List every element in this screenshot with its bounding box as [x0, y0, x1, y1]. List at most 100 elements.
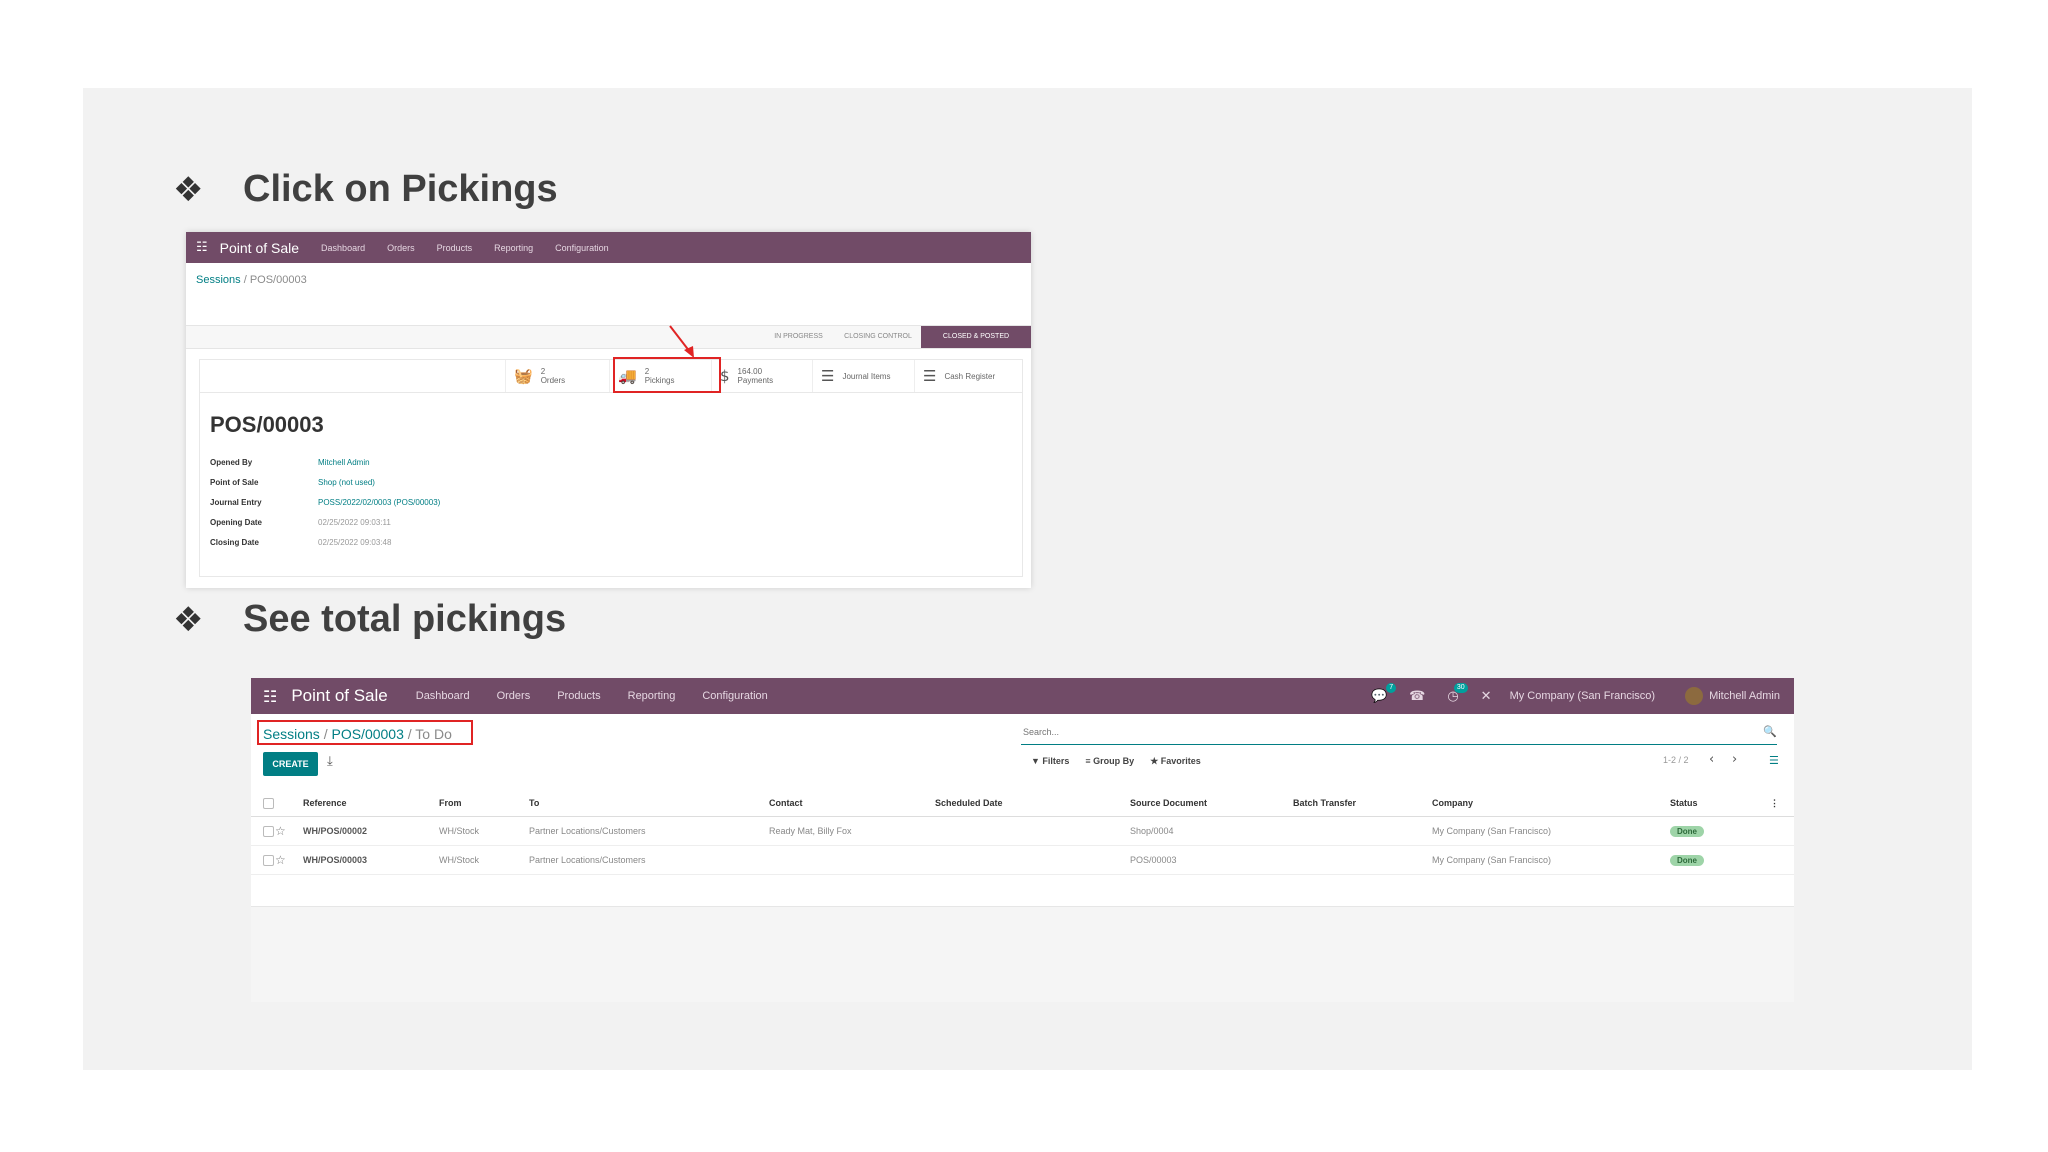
cell-reference: WH/POS/00003 — [303, 845, 439, 875]
list-empty-area — [251, 906, 1794, 1002]
field-value[interactable]: Mitchell Admin — [318, 458, 370, 467]
column-reference[interactable]: Reference — [303, 790, 439, 817]
column-from[interactable]: From — [439, 790, 529, 817]
app-title[interactable]: Point of Sale — [220, 240, 299, 256]
cell-company: My Company (San Francisco) — [1432, 816, 1670, 846]
close-icon[interactable]: ✕ — [1481, 689, 1492, 704]
phone-icon[interactable]: ☎ — [1409, 689, 1425, 704]
breadcrumb-sessions[interactable]: Sessions — [196, 274, 241, 286]
column-to[interactable]: To — [529, 790, 769, 817]
cell-batch-transfer — [1293, 845, 1432, 875]
menu-products[interactable]: Products — [437, 243, 473, 253]
pager-value[interactable]: 1-2 / 2 — [1663, 755, 1689, 765]
menu-orders[interactable]: Orders — [387, 243, 415, 253]
search-input[interactable] — [1021, 722, 1743, 742]
chevron-right-icon[interactable]: › — [1732, 752, 1737, 767]
cell-reference: WH/POS/00002 — [303, 816, 439, 846]
cell-to: Partner Locations/Customers — [529, 845, 769, 875]
orders-label: Orders — [540, 376, 566, 385]
star-icon[interactable]: ☆ — [275, 853, 286, 867]
menu-configuration[interactable]: Configuration — [702, 690, 767, 702]
column-contact[interactable]: Contact — [769, 790, 935, 817]
search-bar: 🔍 — [1021, 722, 1777, 745]
cell-batch-transfer — [1293, 816, 1432, 846]
status-badge: Done — [1670, 825, 1704, 837]
app-title[interactable]: Point of Sale — [291, 686, 387, 706]
activity-clock-icon[interactable]: ◷ 30 — [1447, 682, 1468, 704]
cell-scheduled-date — [935, 845, 1130, 875]
menu-orders[interactable]: Orders — [497, 690, 531, 702]
shopping-basket-icon: 🧺 — [514, 367, 533, 385]
smart-button-journal-items[interactable]: ☰ Journal Items — [812, 360, 912, 392]
journal-items-label: Journal Items — [842, 371, 891, 381]
screenshot-session-form: ☷ Point of Sale Dashboard Orders Product… — [186, 232, 1031, 588]
step-1-heading: ❖ Click on Pickings — [173, 168, 558, 211]
field-value[interactable]: POSS/2022/02/0003 (POS/00003) — [318, 498, 440, 507]
menu-products[interactable]: Products — [557, 690, 600, 702]
table-row[interactable]: ☆ WH/POS/00003 WH/Stock Partner Location… — [251, 845, 1794, 875]
stage-closed-posted[interactable]: CLOSED & POSTED — [921, 326, 1031, 348]
field-point-of-sale: Point of Sale Shop (not used) — [210, 478, 375, 487]
group-by-button[interactable]: ≡ Group By — [1085, 756, 1134, 767]
apps-grid-icon[interactable]: ☷ — [263, 687, 277, 706]
field-label: Journal Entry — [210, 498, 262, 507]
cell-from: WH/Stock — [439, 816, 529, 846]
avatar — [1685, 687, 1704, 705]
screenshot-pickings-list: ☷ Point of Sale Dashboard Orders Product… — [251, 678, 1794, 1002]
pickings-table: Reference From To Contact Scheduled Date… — [251, 790, 1794, 875]
cell-contact — [769, 845, 935, 875]
smart-button-payments[interactable]: $ 164.00 Payments — [711, 360, 809, 392]
menu-reporting[interactable]: Reporting — [628, 690, 676, 702]
chevron-left-icon[interactable]: ‹ — [1709, 752, 1714, 767]
list-view-icon[interactable]: ☰ — [1769, 754, 1779, 767]
table-header-row: Reference From To Contact Scheduled Date… — [251, 790, 1794, 817]
column-source-document[interactable]: Source Document — [1130, 790, 1293, 817]
menu-reporting[interactable]: Reporting — [494, 243, 533, 253]
user-menu[interactable]: Mitchell Admin — [1685, 687, 1780, 705]
breadcrumb-highlight-box — [257, 720, 473, 745]
stage-closing-control[interactable]: CLOSING CONTROL — [838, 326, 918, 348]
table-row[interactable]: ☆ WH/POS/00002 WH/Stock Partner Location… — [251, 816, 1794, 846]
field-value[interactable]: Shop (not used) — [318, 478, 375, 487]
navbar-systray: 💬 7 ☎ ◷ 30 ✕ My Company (San Francisco) Mi… — [1349, 678, 1780, 714]
download-icon[interactable]: ⤓ — [327, 754, 333, 769]
column-status[interactable]: Status — [1670, 790, 1770, 817]
payments-amount: 164.00 — [737, 367, 763, 376]
filters-button[interactable]: ▼ Filters — [1031, 756, 1069, 767]
breadcrumb-current: POS/00003 — [249, 274, 307, 286]
apps-grid-icon[interactable]: ☷ — [196, 240, 208, 255]
field-opening-date: Opening Date 02/25/2022 09:03:11 — [210, 518, 391, 527]
list-icon: ☰ — [923, 367, 937, 385]
favorites-button[interactable]: ★ Favorites — [1150, 756, 1201, 767]
menu-configuration[interactable]: Configuration — [555, 243, 609, 253]
select-all-checkbox[interactable] — [263, 797, 274, 809]
chat-icon[interactable]: 💬 7 — [1371, 682, 1397, 704]
company-switcher[interactable]: My Company (San Francisco) — [1510, 690, 1656, 702]
red-arrow-pointer — [669, 325, 694, 358]
activity-badge: 30 — [1453, 682, 1468, 693]
smart-button-box: 🧺 2 Orders 🚚 2 Pickings $ 164.00 Payments ☰… — [200, 360, 1022, 393]
step-1-text: Click on Pickings — [243, 168, 558, 210]
menu-dashboard[interactable]: Dashboard — [416, 690, 470, 702]
row-checkbox[interactable] — [263, 854, 274, 866]
smart-button-cash-register[interactable]: ☰ Cash Register — [914, 360, 1022, 392]
menu-dashboard[interactable]: Dashboard — [321, 243, 365, 253]
breadcrumb: Sessions / POS/00003 — [196, 274, 307, 286]
cell-source-document: Shop/0004 — [1130, 816, 1293, 846]
star-icon[interactable]: ☆ — [275, 824, 286, 838]
cell-scheduled-date — [935, 816, 1130, 846]
field-label: Closing Date — [210, 538, 259, 547]
cell-company: My Company (San Francisco) — [1432, 845, 1670, 875]
column-batch-transfer[interactable]: Batch Transfer — [1293, 790, 1432, 817]
bullet-diamond-icon: ❖ — [173, 599, 204, 640]
search-icon[interactable]: 🔍 — [1763, 725, 1777, 738]
smart-button-orders[interactable]: 🧺 2 Orders — [505, 360, 603, 392]
column-company[interactable]: Company — [1432, 790, 1670, 817]
column-scheduled-date[interactable]: Scheduled Date — [935, 790, 1130, 817]
stage-in-progress[interactable]: IN PROGRESS — [761, 326, 836, 348]
optional-columns-icon[interactable]: ⋮ — [1770, 790, 1794, 817]
create-button[interactable]: CREATE — [263, 752, 318, 776]
row-checkbox[interactable] — [263, 825, 274, 837]
cell-contact: Ready Mat, Billy Fox — [769, 816, 935, 846]
search-options: ▼ Filters ≡ Group By ★ Favorites — [1031, 756, 1217, 767]
